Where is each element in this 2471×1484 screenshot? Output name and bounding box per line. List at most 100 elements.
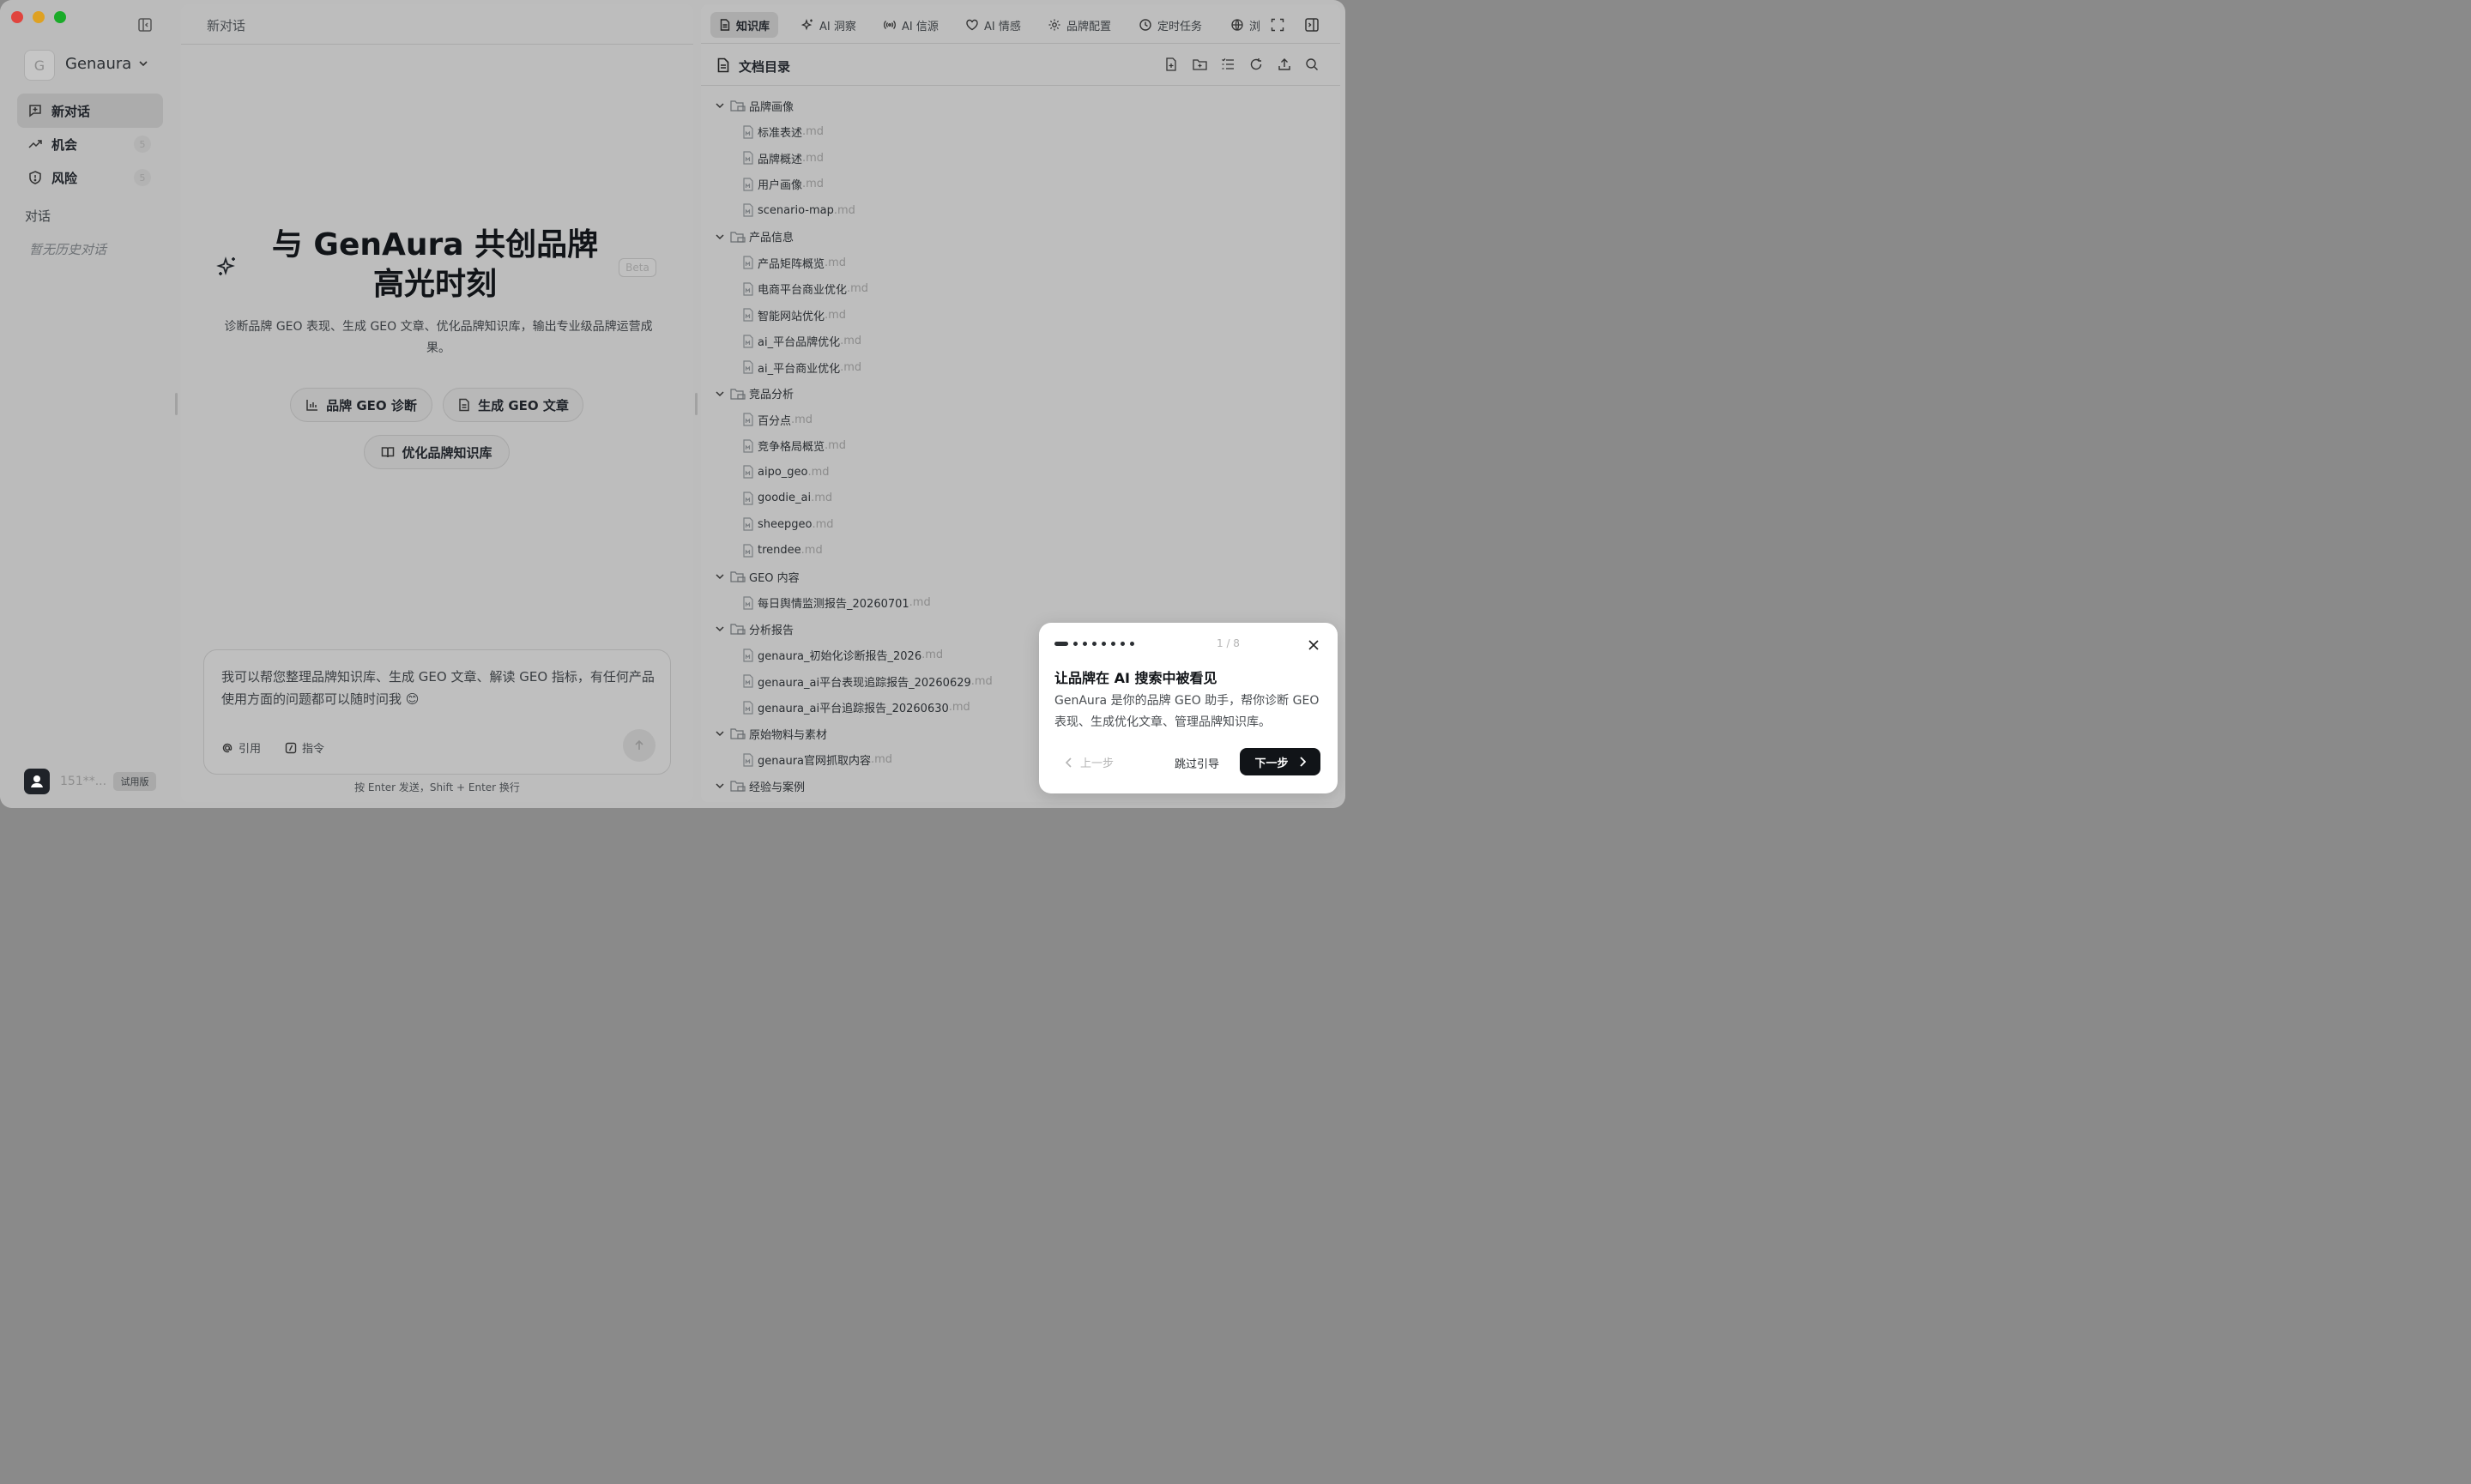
search-icon[interactable] — [1305, 57, 1319, 71]
resize-handle[interactable] — [695, 393, 698, 415]
step-dot — [1130, 642, 1134, 646]
file-extension: .md — [909, 596, 931, 609]
input-placeholder: 我可以帮您整理品牌知识库、生成 GEO 文章、解读 GEO 指标，有任何产品使用… — [221, 669, 655, 707]
user-name[interactable]: 151**... — [60, 775, 106, 788]
upload-icon[interactable] — [1278, 57, 1291, 71]
nav-opportunity[interactable]: 机会 5 — [17, 127, 163, 161]
tab-knowledge[interactable]: 知识库 — [710, 12, 779, 38]
new-file-icon[interactable] — [1164, 57, 1178, 71]
list-icon[interactable] — [1221, 57, 1235, 71]
fullscreen-icon[interactable] — [1271, 18, 1284, 32]
minimize-window-button[interactable] — [33, 11, 45, 23]
tree-folder[interactable]: 分析报告 — [715, 616, 794, 642]
file-extension: .md — [871, 753, 893, 766]
file-name: ai_平台品牌优化 — [758, 336, 841, 349]
nav-risk[interactable]: 风险 5 — [17, 160, 163, 195]
file-name: goodie_ai — [758, 492, 812, 504]
close-window-button[interactable] — [11, 11, 23, 23]
file-name: genaura_ai平台追踪报告_20260630 — [758, 703, 949, 715]
chat-input[interactable]: 我可以帮您整理品牌知识库、生成 GEO 文章、解读 GEO 指标，有任何产品使用… — [203, 649, 671, 775]
maximize-window-button[interactable] — [54, 11, 66, 23]
file-extension: .md — [825, 439, 847, 452]
tree-file[interactable]: sheepgeo .md — [742, 511, 834, 537]
optimize-knowledge-base-button[interactable]: 优化品牌知识库 — [364, 435, 510, 469]
tree-file[interactable]: 品牌概述 .md — [742, 145, 824, 171]
tree-folder[interactable]: GEO 内容 — [715, 564, 800, 589]
hero-title: 与 GenAura 共创品牌高光时刻 — [271, 227, 599, 302]
brand-geo-diagnosis-button[interactable]: 品牌 GEO 诊断 — [290, 388, 432, 422]
onboarding-tour: 1 / 8 让品牌在 AI 搜索中被看见 GenAura 是你的品牌 GEO 助… — [1039, 623, 1338, 793]
tree-file[interactable]: 用户画像 .md — [742, 172, 824, 197]
resize-handle[interactable] — [175, 393, 178, 415]
skip-tour-button[interactable]: 跳过引导 — [1175, 755, 1219, 771]
tree-file[interactable]: genaura官网抓取内容 .md — [742, 747, 892, 773]
tab-label: 知识库 — [736, 20, 770, 33]
tab-ai-sentiment[interactable]: AI 情感 — [957, 12, 1030, 38]
tab-label: AI 情感 — [984, 20, 1021, 33]
tree-file[interactable]: genaura_初始化诊断报告_2026 .md — [742, 642, 943, 668]
count-badge: 5 — [134, 136, 151, 153]
generate-geo-article-button[interactable]: 生成 GEO 文章 — [443, 388, 583, 422]
file-extension: .md — [921, 648, 944, 661]
prev-step-button[interactable]: 上一步 — [1065, 754, 1114, 770]
brand-switcher[interactable]: G Genaura — [24, 50, 165, 81]
input-hint: 按 Enter 发送，Shift + Enter 换行 — [354, 781, 520, 793]
tree-file[interactable]: ai_平台商业优化 .md — [742, 354, 861, 380]
panel-collapse-icon[interactable] — [1304, 17, 1320, 33]
step-dot — [1092, 642, 1097, 646]
tab-browser[interactable]: 浏 — [1222, 12, 1269, 38]
tree-file[interactable]: trendee .md — [742, 538, 823, 564]
nav-new-chat[interactable]: 新对话 — [17, 94, 163, 128]
tree-folder[interactable]: 竞品分析 — [715, 381, 794, 407]
chevron-down-icon[interactable] — [715, 571, 727, 582]
doc-header: 文档目录 — [701, 45, 1340, 86]
gear-icon — [1048, 18, 1061, 32]
user-avatar[interactable] — [24, 769, 50, 794]
tab-brand-config[interactable]: 品牌配置 — [1039, 12, 1120, 38]
next-step-button[interactable]: 下一步 — [1240, 748, 1320, 775]
tab-ai-insight[interactable]: AI 洞察 — [792, 12, 865, 38]
tree-file[interactable]: 每日舆情监测报告_20260701 .md — [742, 590, 931, 616]
file-name: genaura官网抓取内容 — [758, 755, 872, 768]
chevron-down-icon[interactable] — [715, 389, 727, 399]
chevron-down-icon[interactable] — [715, 100, 727, 111]
file-name: 用户画像 — [758, 179, 803, 192]
tree-file[interactable]: 百分点 .md — [742, 407, 813, 432]
file-name: scenario-map — [758, 203, 834, 217]
quote-button[interactable]: 引用 — [221, 739, 261, 756]
command-button[interactable]: 指令 — [285, 739, 324, 756]
tree-folder[interactable]: 经验与案例 — [715, 773, 805, 799]
tree-folder[interactable]: 产品信息 — [715, 224, 794, 250]
tree-file[interactable]: ai_平台品牌优化 .md — [742, 329, 861, 354]
markdown-file-icon — [742, 203, 754, 217]
tree-file[interactable]: scenario-map .md — [742, 197, 855, 223]
tab-scheduled-tasks[interactable]: 定时任务 — [1130, 12, 1211, 38]
folder-icon — [730, 779, 746, 793]
tree-file[interactable]: genaura_ai平台表现追踪报告_20260629 .md — [742, 668, 993, 694]
markdown-file-icon — [742, 465, 754, 479]
chevron-down-icon[interactable] — [715, 781, 727, 791]
tab-label: AI 洞察 — [819, 20, 856, 33]
chevron-down-icon[interactable] — [715, 624, 727, 634]
send-button[interactable] — [623, 729, 656, 762]
chevron-down-icon[interactable] — [715, 728, 727, 739]
new-folder-icon[interactable] — [1193, 57, 1207, 71]
tree-file[interactable]: 竞争格局概览 .md — [742, 433, 846, 459]
close-icon[interactable] — [1308, 639, 1320, 651]
tree-file[interactable]: 智能网站优化 .md — [742, 302, 846, 328]
tab-ai-source[interactable]: AI 信源 — [874, 12, 947, 38]
chevron-down-icon[interactable] — [715, 232, 727, 242]
tree-file[interactable]: 产品矩阵概览 .md — [742, 250, 846, 275]
tree-file[interactable]: genaura_ai平台追踪报告_20260630 .md — [742, 695, 970, 721]
tree-folder[interactable]: 原始物料与素材 — [715, 721, 827, 746]
tree-file[interactable]: 标准表述 .md — [742, 119, 824, 145]
tree-file[interactable]: goodie_ai .md — [742, 486, 832, 511]
file-name: 竞争格局概览 — [758, 441, 825, 454]
tree-file[interactable]: aipo_geo .md — [742, 459, 830, 485]
tree-folder[interactable]: 品牌画像 — [715, 93, 794, 118]
file-extension: .md — [825, 308, 847, 322]
file-name: genaura_ai平台表现追踪报告_20260629 — [758, 676, 971, 690]
sidebar-collapse-icon[interactable] — [137, 17, 154, 34]
tree-file[interactable]: 电商平台商业优化 .md — [742, 276, 868, 302]
refresh-icon[interactable] — [1249, 57, 1263, 71]
